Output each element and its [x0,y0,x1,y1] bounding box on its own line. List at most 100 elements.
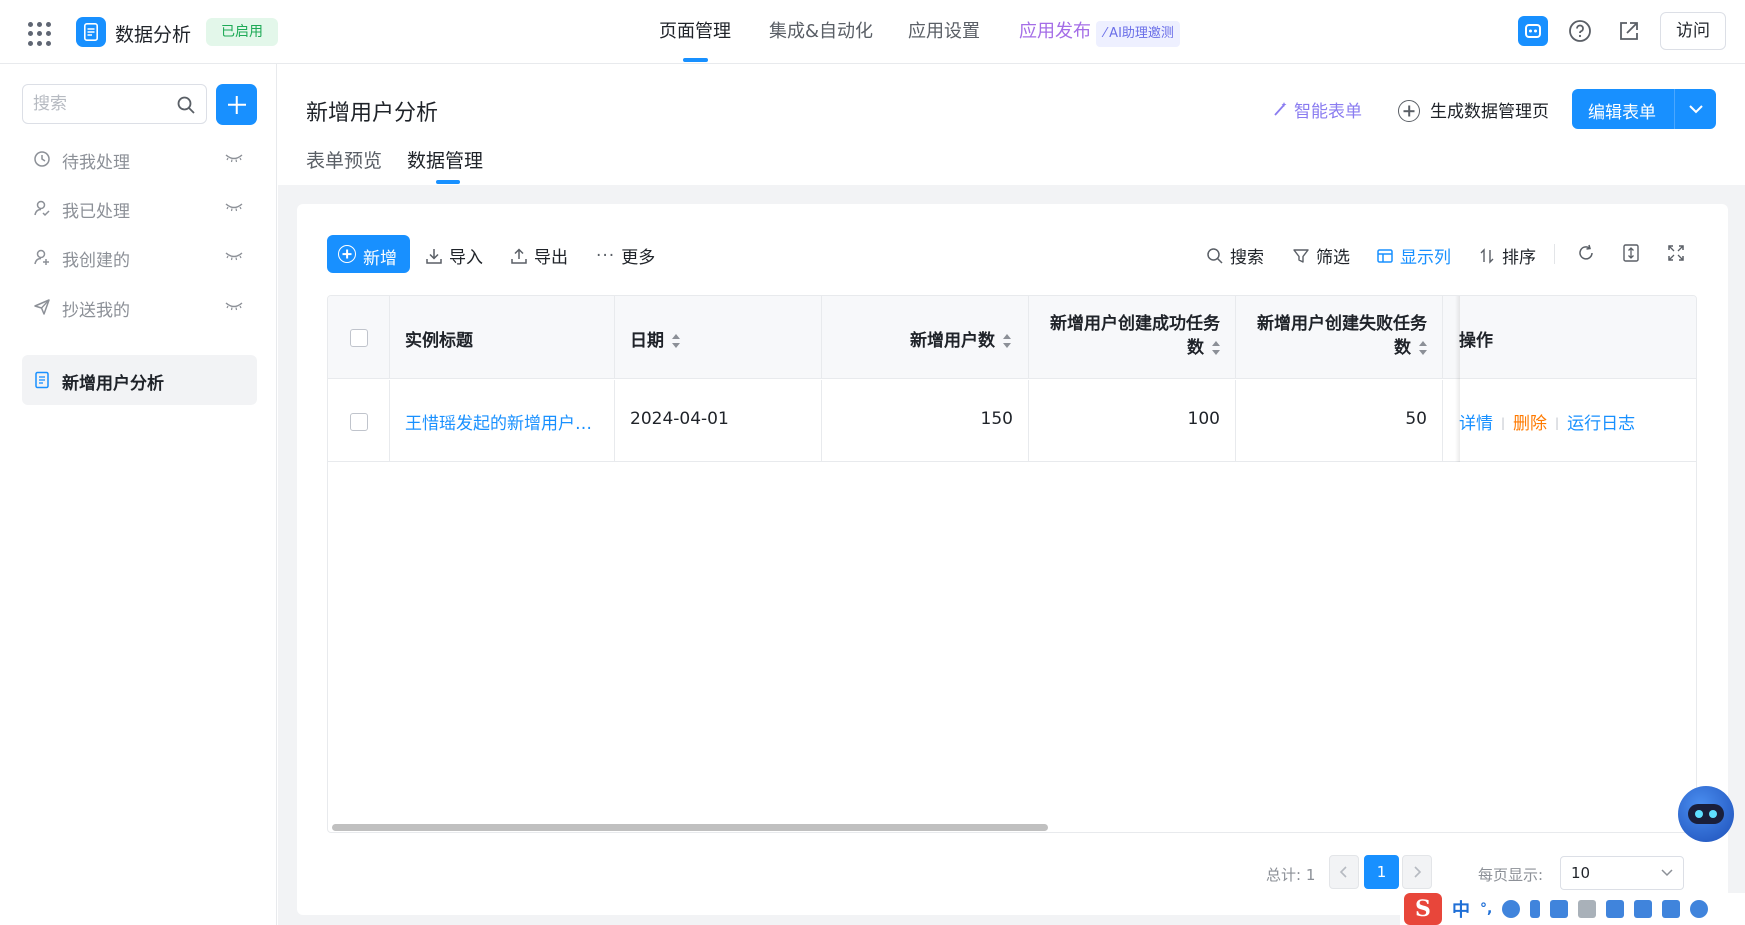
prev-page-button[interactable] [1329,855,1359,889]
ime-apps-icon[interactable] [1662,900,1681,918]
add-page-button[interactable] [216,84,257,125]
sidebar-item-new-user-analysis[interactable]: 新增用户分析 [22,355,257,405]
refresh-icon [1579,244,1593,260]
ime-game-icon[interactable] [1634,900,1653,918]
search-button[interactable]: 搜索 [1206,243,1264,268]
export-button[interactable]: 导出 [510,243,568,268]
filter-button[interactable]: 筛选 [1292,243,1350,268]
ime-punctuation-icon[interactable]: °, [1480,901,1492,917]
row-success: 100 [1187,409,1220,429]
sort-toggle-icon[interactable] [1419,341,1427,355]
ime-mic-icon[interactable] [1530,900,1541,918]
row-title-link[interactable]: 王惜瑶发起的新增用户… [405,409,592,434]
ime-keyboard-icon[interactable] [1550,900,1569,918]
sidebar-item-processed[interactable]: 我已处理 [22,183,257,233]
app-name: 数据分析 [115,24,192,46]
row-select-cell [328,380,390,461]
app-grid-icon[interactable] [28,22,52,46]
page-size-select[interactable]: 10 [1560,856,1684,890]
column-header-date: 日期 [630,326,680,351]
header-success-cell[interactable]: 新增用户创建成功任务 数 [1029,296,1236,378]
more-button[interactable]: ··· 更多 [596,243,655,269]
tab-form-preview[interactable]: 表单预览 [306,146,382,173]
ime-user-icon[interactable] [1578,900,1597,918]
show-columns-button[interactable]: 显示列 [1376,243,1451,268]
chevron-right-icon [1414,866,1422,878]
sidebar-item-created[interactable]: 我创建的 [22,232,257,282]
search-input[interactable] [23,85,163,123]
sort-toggle-icon[interactable] [1212,341,1220,355]
next-page-button[interactable] [1402,855,1432,889]
eye-closed-icon[interactable] [225,153,243,163]
nav-page-management[interactable]: 页面管理 [659,0,731,64]
generate-data-page-button[interactable]: 生成数据管理页 [1398,97,1549,122]
table-row: 王惜瑶发起的新增用户… 2024-04-01 150 100 50 详情 | 删除 |… [328,380,1696,462]
new-record-button[interactable]: 新增 [327,235,410,273]
chevron-down-icon[interactable] [1688,99,1704,119]
ime-emoji-icon[interactable] [1502,900,1521,918]
ime-skin-icon[interactable] [1606,900,1625,918]
page-size-label: 每页显示: [1478,866,1544,884]
column-header-fail: 新增用户创建失败任务 数 [1257,312,1427,360]
column-header-fail-line1: 新增用户创建失败任务 [1257,314,1427,334]
fullscreen-button[interactable] [1666,243,1686,263]
ops-separator: | [1501,416,1506,430]
sort-button[interactable]: 排序 [1478,243,1536,268]
header-new-users-cell[interactable]: 新增用户数 [822,296,1029,378]
help-icon[interactable] [1565,16,1595,46]
sidebar-item-pending[interactable]: 待我处理 [22,134,257,184]
nav-app-publish[interactable]: 应用发布 [1019,0,1091,64]
row-ops: 详情 | 删除 | 运行日志 [1459,409,1635,434]
edit-form-button[interactable]: 编辑表单 [1572,89,1716,129]
delete-link[interactable]: 删除 [1513,414,1547,434]
sidebar-item-cc[interactable]: 抄送我的 [22,282,257,332]
user-add-icon [34,249,49,265]
ellipsis-icon: ··· [596,245,616,266]
tab-active-indicator [436,180,460,184]
header-date-cell[interactable]: 日期 [615,296,822,378]
row-height-button[interactable] [1621,243,1641,263]
header-fail-cell[interactable]: 新增用户创建失败任务 数 [1236,296,1443,378]
assistant-icon[interactable] [1518,16,1548,46]
fullscreen-icon [1668,245,1684,261]
select-all-checkbox[interactable] [350,329,368,347]
import-button[interactable]: 导入 [425,243,483,268]
sort-toggle-icon[interactable] [672,334,680,348]
chevron-left-icon [1339,866,1347,878]
current-page-button[interactable]: 1 [1364,855,1399,889]
ime-logo[interactable]: S [1404,893,1442,925]
page-size-value: 10 [1571,864,1591,882]
ime-settings-icon[interactable] [1690,900,1709,918]
run-log-link[interactable]: 运行日志 [1567,414,1635,434]
row-fail: 50 [1405,409,1427,429]
wand-icon: ⁄ [1104,26,1107,41]
tab-data-management[interactable]: 数据管理 [407,146,483,173]
ime-language-toggle[interactable]: 中 [1452,896,1470,922]
show-columns-label: 显示列 [1400,248,1451,268]
refresh-button[interactable] [1576,243,1596,263]
nav-integration[interactable]: 集成&自动化 [769,0,873,64]
button-divider [1674,89,1675,129]
pagination-total: 总计: 1 [1266,866,1316,884]
eye-closed-icon[interactable] [225,202,243,212]
smart-form-button[interactable]: 智能表单 [1272,97,1362,122]
horizontal-scrollbar[interactable] [332,824,1048,831]
row-date: 2024-04-01 [630,409,729,429]
detail-link[interactable]: 详情 [1459,414,1493,434]
visit-button[interactable]: 访问 [1660,12,1726,50]
external-link-icon[interactable] [1614,16,1644,46]
status-badge: 已启用 [206,18,278,46]
sort-toggle-icon[interactable] [1003,334,1011,348]
row-date-cell: 2024-04-01 [615,380,822,461]
floating-assistant-icon[interactable] [1678,786,1734,842]
eye-closed-icon[interactable] [225,301,243,311]
header-ops-cell: 操作 [1443,296,1696,378]
row-checkbox[interactable] [350,413,368,431]
app-document-icon [76,17,106,47]
ai-assistant-badge[interactable]: ⁄ AI助理邀测 [1096,21,1180,47]
search-icon [177,96,195,114]
nav-app-settings[interactable]: 应用设置 [908,0,980,64]
export-label: 导出 [534,248,568,268]
sidebar-search[interactable] [22,84,207,124]
eye-closed-icon[interactable] [225,251,243,261]
